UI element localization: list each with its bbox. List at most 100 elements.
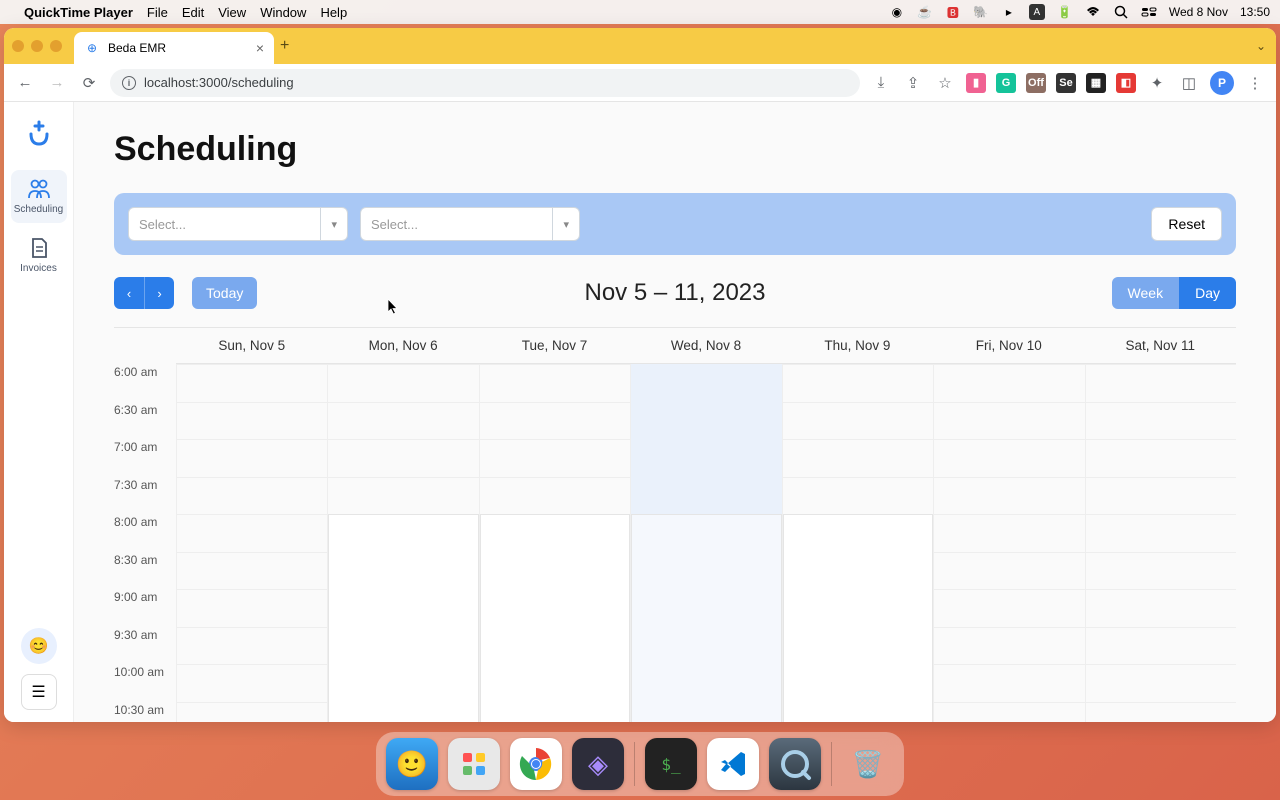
day-column-fri[interactable] xyxy=(933,364,1084,722)
day-column-tue[interactable] xyxy=(479,364,630,722)
sidebar-label: Invoices xyxy=(20,263,57,274)
macos-dock: 🙂 ◈ $_ 🗑️ xyxy=(376,732,904,796)
tab-close-icon[interactable]: × xyxy=(256,40,264,56)
record-icon[interactable]: ◉ xyxy=(889,4,905,20)
back-button[interactable]: ← xyxy=(14,72,36,94)
tabs-overflow-icon[interactable]: ⌄ xyxy=(1256,39,1266,53)
menubar-time[interactable]: 13:50 xyxy=(1240,5,1270,19)
play-icon[interactable]: ▸ xyxy=(1001,4,1017,20)
menu-file[interactable]: File xyxy=(147,5,168,20)
day-header: Wed, Nov 8 xyxy=(630,328,781,364)
time-label: 9:30 am xyxy=(114,627,176,665)
search-icon[interactable] xyxy=(1113,4,1129,20)
filter-select-2[interactable]: Select... ▾ xyxy=(360,207,580,241)
dock-chrome-icon[interactable] xyxy=(510,738,562,790)
ext-1-icon[interactable]: ▮ xyxy=(966,73,986,93)
time-label: 8:30 am xyxy=(114,552,176,590)
chrome-menu-icon[interactable]: ⋮ xyxy=(1244,72,1266,94)
time-label: 8:00 am xyxy=(114,514,176,552)
day-view-button[interactable]: Day xyxy=(1179,277,1236,309)
day-header: Sun, Nov 5 xyxy=(176,328,327,364)
next-week-button[interactable]: › xyxy=(144,277,174,309)
url-text: localhost:3000/scheduling xyxy=(144,75,294,90)
availability-block[interactable] xyxy=(328,514,478,722)
day-column-mon[interactable] xyxy=(327,364,478,722)
ext-red-icon[interactable]: ◧ xyxy=(1116,73,1136,93)
browser-tabbar: ⊕ Beda EMR × + ⌄ xyxy=(4,28,1276,64)
filter-select-1[interactable]: Select... ▾ xyxy=(128,207,348,241)
day-header: Fri, Nov 10 xyxy=(933,328,1084,364)
forward-button[interactable]: → xyxy=(46,72,68,94)
dock-launchpad-icon[interactable] xyxy=(448,738,500,790)
battery-icon[interactable]: 🔋 xyxy=(1057,4,1073,20)
sidebar-item-invoices[interactable]: Invoices xyxy=(11,229,67,282)
address-bar[interactable]: i localhost:3000/scheduling xyxy=(110,69,860,97)
page-title: Scheduling xyxy=(114,130,1236,169)
menu-window[interactable]: Window xyxy=(260,5,306,20)
browser-tab[interactable]: ⊕ Beda EMR × xyxy=(74,32,274,64)
dock-trash-icon[interactable]: 🗑️ xyxy=(842,738,894,790)
availability-block[interactable] xyxy=(480,514,630,722)
time-label: 6:30 am xyxy=(114,402,176,440)
ext-grammarly-icon[interactable]: G xyxy=(996,73,1016,93)
calendar: Sun, Nov 5 Mon, Nov 6 Tue, Nov 7 Wed, No… xyxy=(114,327,1236,722)
coffee-icon[interactable]: ☕ xyxy=(917,4,933,20)
dock-terminal-icon[interactable]: $_ xyxy=(645,738,697,790)
main-content: Scheduling Select... ▾ Select... ▾ Reset… xyxy=(74,102,1276,722)
wifi-icon[interactable] xyxy=(1085,4,1101,20)
reload-button[interactable]: ⟳ xyxy=(78,72,100,94)
chat-button[interactable]: 😊 xyxy=(21,628,57,664)
time-label: 10:30 am xyxy=(114,702,176,723)
day-header: Tue, Nov 7 xyxy=(479,328,630,364)
calendar-body[interactable]: 6:00 am 6:30 am 7:00 am 7:30 am 8:00 am … xyxy=(114,364,1236,722)
day-column-thu[interactable] xyxy=(782,364,933,722)
sidebar-item-scheduling[interactable]: Scheduling xyxy=(11,170,67,223)
extensions-icon[interactable]: ✦ xyxy=(1146,72,1168,94)
new-tab-button[interactable]: + xyxy=(280,37,289,55)
menubar-app-name[interactable]: QuickTime Player xyxy=(24,5,133,20)
install-app-icon[interactable]: ⤓ xyxy=(870,72,892,94)
day-column-sun[interactable] xyxy=(176,364,327,722)
sidebar-label: Scheduling xyxy=(14,204,63,215)
dock-finder-icon[interactable]: 🙂 xyxy=(386,738,438,790)
site-info-icon[interactable]: i xyxy=(122,76,136,90)
time-label: 10:00 am xyxy=(114,664,176,702)
users-icon xyxy=(27,178,51,200)
lang-icon[interactable]: A xyxy=(1029,4,1045,20)
dock-obsidian-icon[interactable]: ◈ xyxy=(572,738,624,790)
reset-button[interactable]: Reset xyxy=(1151,207,1222,241)
ext-code-icon[interactable]: ▦ xyxy=(1086,73,1106,93)
day-column-wed[interactable] xyxy=(630,364,781,722)
availability-block[interactable] xyxy=(783,514,933,722)
menubar-date[interactable]: Wed 8 Nov xyxy=(1169,5,1228,19)
notif-icon[interactable]: 🅱 xyxy=(945,4,961,20)
day-header: Thu, Nov 9 xyxy=(782,328,933,364)
ext-se-icon[interactable]: Se xyxy=(1056,73,1076,93)
time-label: 9:00 am xyxy=(114,589,176,627)
share-icon[interactable]: ⇪ xyxy=(902,72,924,94)
bookmark-icon[interactable]: ☆ xyxy=(934,72,956,94)
week-view-button[interactable]: Week xyxy=(1112,277,1180,309)
tab-title: Beda EMR xyxy=(108,41,166,55)
date-range-title: Nov 5 – 11, 2023 xyxy=(584,279,765,307)
evernote-icon[interactable]: 🐘 xyxy=(973,4,989,20)
dock-quicktime-icon[interactable] xyxy=(769,738,821,790)
sidepanel-icon[interactable]: ◫ xyxy=(1178,72,1200,94)
menu-help[interactable]: Help xyxy=(320,5,347,20)
app-logo-icon[interactable] xyxy=(21,116,57,152)
ext-wallet-icon[interactable]: Off xyxy=(1026,73,1046,93)
day-column-sat[interactable] xyxy=(1085,364,1236,722)
window-controls[interactable] xyxy=(12,40,62,52)
profile-avatar[interactable]: P xyxy=(1210,71,1234,95)
day-header: Sat, Nov 11 xyxy=(1085,328,1236,364)
select-placeholder: Select... xyxy=(371,217,418,232)
dock-vscode-icon[interactable] xyxy=(707,738,759,790)
menu-view[interactable]: View xyxy=(218,5,246,20)
availability-block[interactable] xyxy=(631,514,781,722)
menu-edit[interactable]: Edit xyxy=(182,5,204,20)
today-button[interactable]: Today xyxy=(192,277,257,309)
sidebar-toggle-button[interactable]: ☰ xyxy=(21,674,57,710)
prev-week-button[interactable]: ‹ xyxy=(114,277,144,309)
control-center-icon[interactable] xyxy=(1141,4,1157,20)
select-placeholder: Select... xyxy=(139,217,186,232)
